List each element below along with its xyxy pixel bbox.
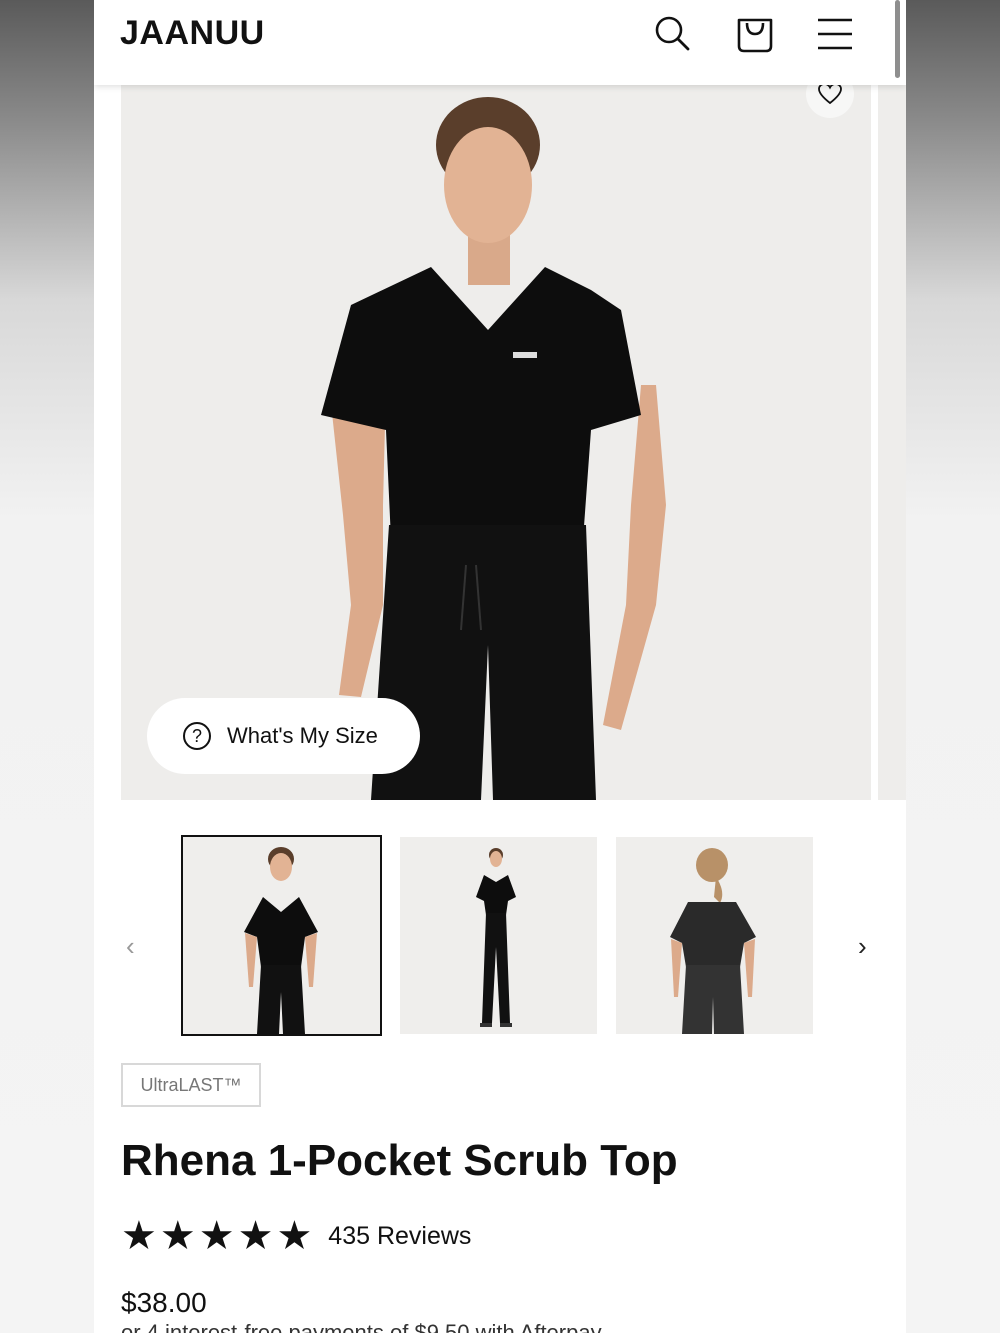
chevron-right-icon[interactable]: › (858, 931, 867, 962)
star-icon: ★ (121, 1214, 157, 1258)
product-main-image[interactable] (121, 85, 871, 800)
star-rating: ★ ★ ★ ★ ★ (121, 1216, 312, 1256)
next-image-peek[interactable] (878, 85, 906, 800)
phone-screen: JAANUU ? What's My Size ‹ › UltraLAST™ R… (94, 0, 906, 1333)
scrollbar[interactable] (895, 0, 900, 78)
thumbnail-carousel: ‹ › (94, 835, 906, 1037)
brand-logo[interactable]: JAANUU (120, 14, 265, 53)
star-icon: ★ (237, 1214, 274, 1258)
heart-icon (818, 85, 842, 105)
whats-my-size-button[interactable]: ? What's My Size (147, 698, 420, 774)
search-icon[interactable] (652, 14, 692, 54)
afterpay-info: or 4 interest-free payments of $9.50 wit… (121, 1320, 602, 1333)
site-header: JAANUU (94, 0, 906, 85)
fabric-badge: UltraLAST™ (121, 1063, 261, 1107)
reviews-link[interactable]: 435 Reviews (328, 1222, 471, 1251)
product-title: Rhena 1-Pocket Scrub Top (121, 1136, 678, 1185)
star-icon: ★ (198, 1214, 235, 1258)
thumbnail-front-view[interactable] (181, 835, 382, 1036)
question-circle-icon: ? (183, 722, 211, 750)
thumbnail-full-body-view[interactable] (400, 837, 597, 1034)
shopping-bag-icon[interactable] (735, 14, 775, 54)
star-icon: ★ (159, 1214, 196, 1258)
model-illustration (321, 97, 666, 800)
whats-my-size-label: What's My Size (227, 723, 378, 748)
star-icon: ★ (276, 1214, 313, 1258)
product-price: $38.00 (121, 1287, 207, 1318)
thumbnail-back-view[interactable] (616, 837, 813, 1034)
chevron-left-icon[interactable]: ‹ (126, 931, 135, 962)
hamburger-menu-icon[interactable] (816, 14, 856, 54)
product-rating[interactable]: ★ ★ ★ ★ ★ 435 Reviews (121, 1216, 471, 1256)
